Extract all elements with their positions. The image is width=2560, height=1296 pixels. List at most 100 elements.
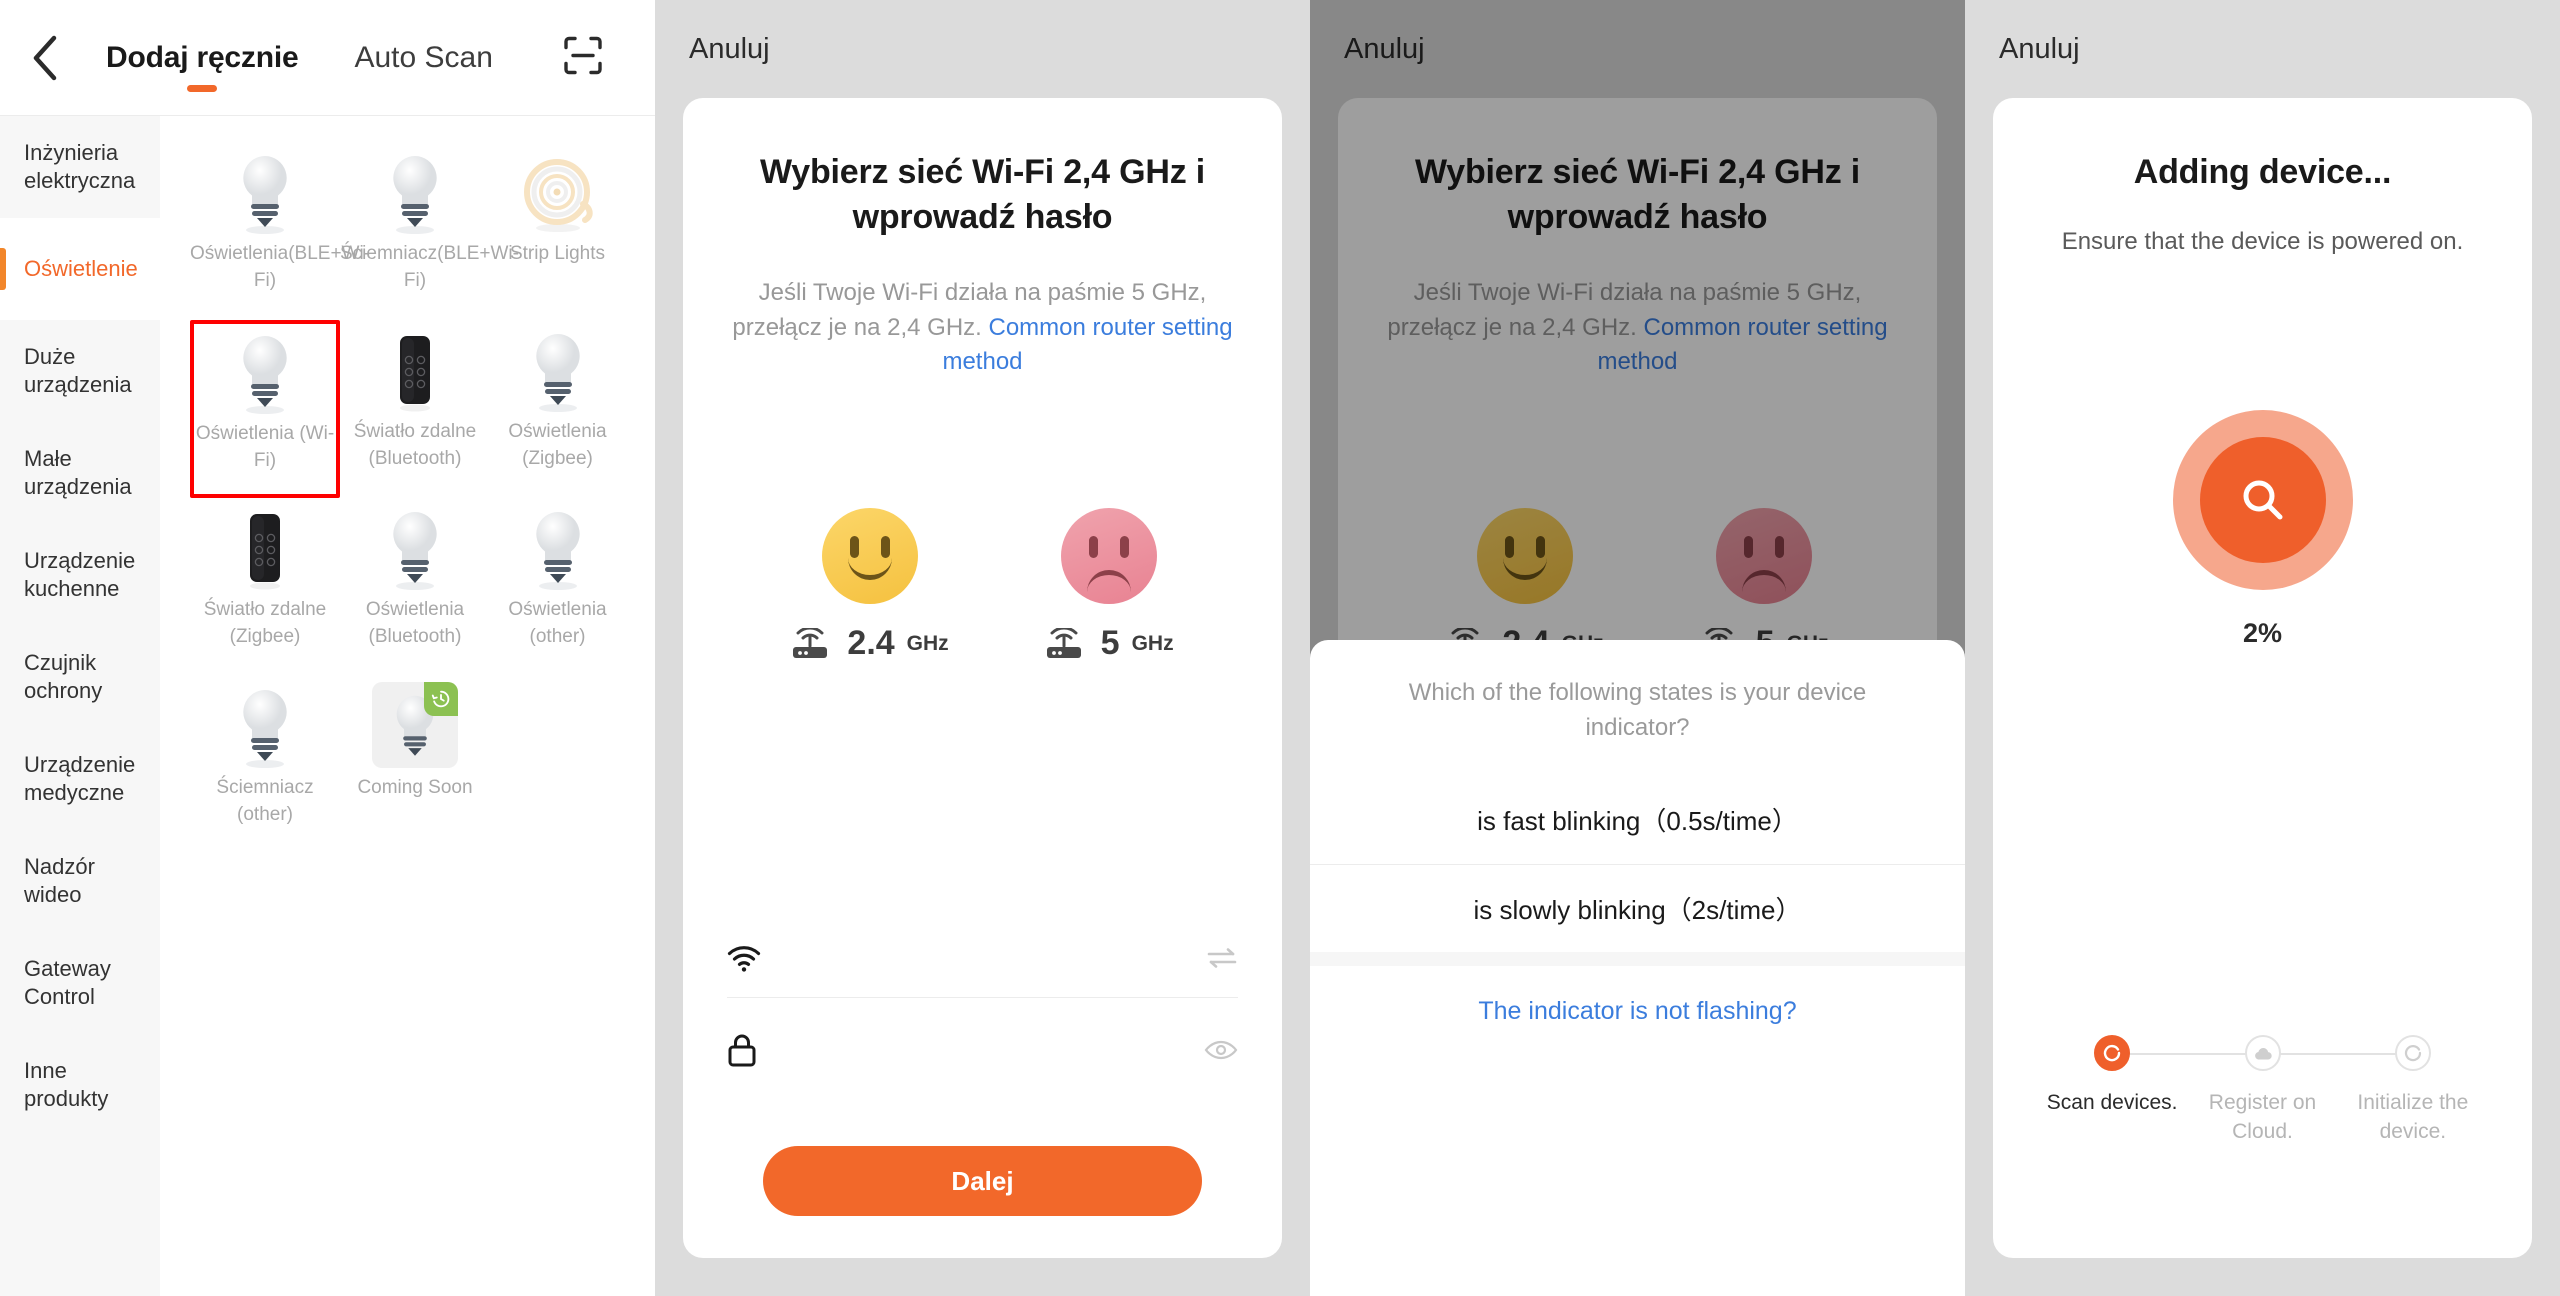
device-tile[interactable]: Strip Lights (490, 142, 625, 320)
strip-light-icon (519, 148, 597, 234)
device-tile-label: Światło zdalne (Zigbee) (203, 599, 327, 647)
spinner-icon (2094, 1035, 2131, 1072)
spinner-icon (2394, 1035, 2431, 1072)
next-button[interactable]: Dalej (763, 1146, 1202, 1216)
cloud-icon (2244, 1035, 2281, 1072)
sidebar-item-kitchen[interactable]: Urządzenie kuchenne (0, 524, 160, 626)
step-connector (2262, 1053, 2414, 1056)
tab-auto-scan[interactable]: Auto Scan (354, 41, 492, 75)
frequency-5ghz-label: 5 GHz (1045, 624, 1174, 663)
lock-icon (727, 1033, 775, 1067)
sidebar-item-label: Czujnik ochrony (24, 649, 103, 703)
sad-face-icon (1061, 508, 1158, 605)
sheet-question: Which of the following states is your de… (1408, 679, 1867, 741)
sidebar-item-label: Urządzenie medyczne (24, 751, 136, 805)
cancel-button[interactable]: Anuluj (689, 33, 770, 66)
frequency-5ghz: 5 GHz (1045, 508, 1174, 663)
device-tile[interactable]: Światło zdalne (Bluetooth) (340, 320, 490, 498)
step-initialize-device: Initialize the device. (2338, 1035, 2488, 1146)
tab-add-manually-label: Dodaj ręcznie (106, 40, 299, 74)
indicator-not-flashing-link[interactable]: The indicator is not flashing? (1310, 966, 1965, 1058)
sidebar-item-label: Nadzór wideo (24, 853, 95, 907)
password-input[interactable] (775, 1036, 1190, 1064)
frequency-2ghz-label: 2.4 GHz (791, 624, 949, 663)
bulb-icon (383, 148, 447, 234)
chevron-left-icon (33, 35, 57, 80)
happy-face-icon (822, 508, 919, 605)
sidebar-item-electrical[interactable]: Inżynieria elektryczna (0, 116, 160, 218)
device-tile[interactable]: Oświetlenia (other) (490, 498, 625, 676)
sidebar-item-label: Małe urządzenia (24, 445, 132, 499)
remote-icon (242, 504, 288, 590)
sidebar-item-others[interactable]: Inne produkty (0, 1034, 160, 1136)
wifi-icon (727, 944, 775, 972)
step-label: Initialize the device. (2357, 1091, 2469, 1143)
device-tile[interactable]: Ściemniacz(BLE+Wi-Fi) (340, 142, 519, 320)
step-label: Register on Cloud. (2208, 1091, 2317, 1143)
panel1-body: Inżynieria elektryczna Oświetlenie Duże … (0, 116, 655, 1296)
password-field-row (727, 1010, 1238, 1090)
eye-icon[interactable] (1190, 1039, 1238, 1061)
sidebar-item-medical[interactable]: Urządzenie medyczne (0, 728, 160, 830)
tab-add-manually[interactable]: Dodaj ręcznie (98, 40, 306, 92)
adding-device-card: Adding device... Ensure that the device … (1993, 98, 2532, 1258)
sidebar-item-gateway-control[interactable]: Gateway Control (0, 932, 160, 1034)
step-label: Scan devices. (2046, 1091, 2178, 1115)
panel1-header: Dodaj ręcznie Auto Scan (0, 0, 655, 115)
sidebar-item-label: Inżynieria elektryczna (24, 139, 136, 193)
back-button[interactable] (0, 0, 90, 115)
step-scan-devices: Scan devices. (2037, 1035, 2187, 1117)
device-tile[interactable]: Światło zdalne (Zigbee) (190, 498, 340, 676)
device-tile-label: Strip Lights (509, 243, 606, 264)
progress-steps: Scan devices. Register on Cloud. Initial… (2037, 1035, 2488, 1146)
option-slow-blinking[interactable]: is slowly blinking（2s/time） (1310, 863, 1965, 952)
option-fast-blinking[interactable]: is fast blinking（0.5s/time） (1310, 776, 1965, 864)
ssid-field-row (727, 918, 1238, 998)
panel-indicator-question: Anuluj Wybierz sieć Wi-Fi 2,4 GHz i wpro… (1310, 0, 1965, 1296)
sheet-separator (1310, 951, 1965, 966)
sidebar-item-video-surveillance[interactable]: Nadzór wideo (0, 830, 160, 932)
search-icon (2243, 480, 2282, 520)
device-tile[interactable]: Oświetlenia(BLE+Wi-Fi) (190, 142, 371, 320)
bulb-icon (372, 682, 458, 768)
tab-active-underline (187, 84, 218, 92)
page-title: Adding device... (2133, 153, 2392, 191)
cancel-button[interactable]: Anuluj (1999, 33, 2080, 66)
frequency-2ghz: 2.4 GHz (791, 508, 949, 663)
progress-ring (2158, 403, 2359, 596)
sidebar-item-label: Oświetlenie (24, 255, 138, 281)
progress-indicator: 2% (2037, 403, 2488, 649)
device-tile-label: Oświetlenia (Wi-Fi) (195, 423, 335, 471)
page-subtitle: Jeśli Twoje Wi-Fi działa na paśmie 5 GHz… (727, 276, 1238, 380)
device-tile[interactable]: Oświetlenia (Bluetooth) (340, 498, 490, 676)
clock-icon (424, 682, 458, 716)
frequency-illustration: 2.4 GHz (727, 508, 1238, 663)
sidebar-item-large-appliances[interactable]: Duże urządzenia (0, 320, 160, 422)
sidebar-item-security-sensor[interactable]: Czujnik ochrony (0, 626, 160, 728)
router-icon (793, 627, 828, 658)
sidebar-item-label: Inne produkty (24, 1057, 109, 1111)
device-tile[interactable]: Ściemniacz (other) (190, 676, 340, 854)
device-grid: Oświetlenia(BLE+Wi-Fi) Ściemniacz(BLE+Wi… (160, 116, 655, 1296)
device-tile-label: Oświetlenia(BLE+Wi-Fi) (190, 243, 371, 291)
ssid-input[interactable] (775, 943, 1190, 972)
frequency-5ghz-unit: GHz (1131, 631, 1174, 655)
indicator-state-sheet: Which of the following states is your de… (1310, 640, 1965, 1296)
device-tile-coming-soon[interactable]: Coming Soon (340, 676, 490, 854)
device-tile-selected[interactable]: Oświetlenia (Wi-Fi) (190, 320, 340, 498)
switch-network-icon[interactable] (1190, 947, 1238, 969)
device-tile-label: Ściemniacz(BLE+Wi-Fi) (340, 243, 519, 291)
sidebar-item-lighting[interactable]: Oświetlenie (0, 218, 160, 320)
device-tile[interactable]: Oświetlenia (Zigbee) (490, 320, 625, 498)
frequency-2ghz-unit: GHz (906, 631, 949, 655)
sidebar-item-label: Urządzenie kuchenne (24, 547, 136, 601)
sidebar-item-small-appliances[interactable]: Małe urządzenia (0, 422, 160, 524)
qr-scan-icon[interactable] (563, 35, 603, 80)
step-connector (2111, 1053, 2263, 1056)
step-register-cloud: Register on Cloud. (2187, 1035, 2337, 1146)
progress-core (2199, 436, 2326, 563)
frequency-5ghz-value: 5 (1100, 624, 1120, 663)
device-tile-label: Coming Soon (357, 777, 473, 798)
page-subtitle: Ensure that the device is powered on. (2061, 227, 2464, 255)
bulb-icon (233, 148, 297, 234)
